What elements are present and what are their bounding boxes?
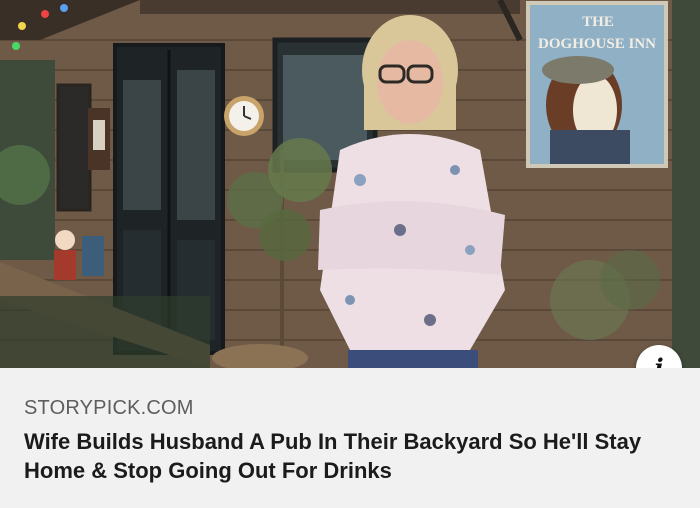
article-photo[interactable]: THE DOGHOUSE INN	[0, 0, 700, 368]
source-label[interactable]: STORYPICK.COM	[24, 397, 194, 420]
pub-photo-illustration: THE DOGHOUSE INN	[0, 0, 700, 368]
article-headline[interactable]: Wife Builds Husband A Pub In Their Backy…	[24, 427, 664, 485]
sign-line1: THE	[582, 14, 614, 30]
article-card[interactable]: THE DOGHOUSE INN i STORYPICK.COM Wife Bu…	[0, 0, 700, 508]
sign-line2: DOGHOUSE INN	[538, 36, 656, 52]
